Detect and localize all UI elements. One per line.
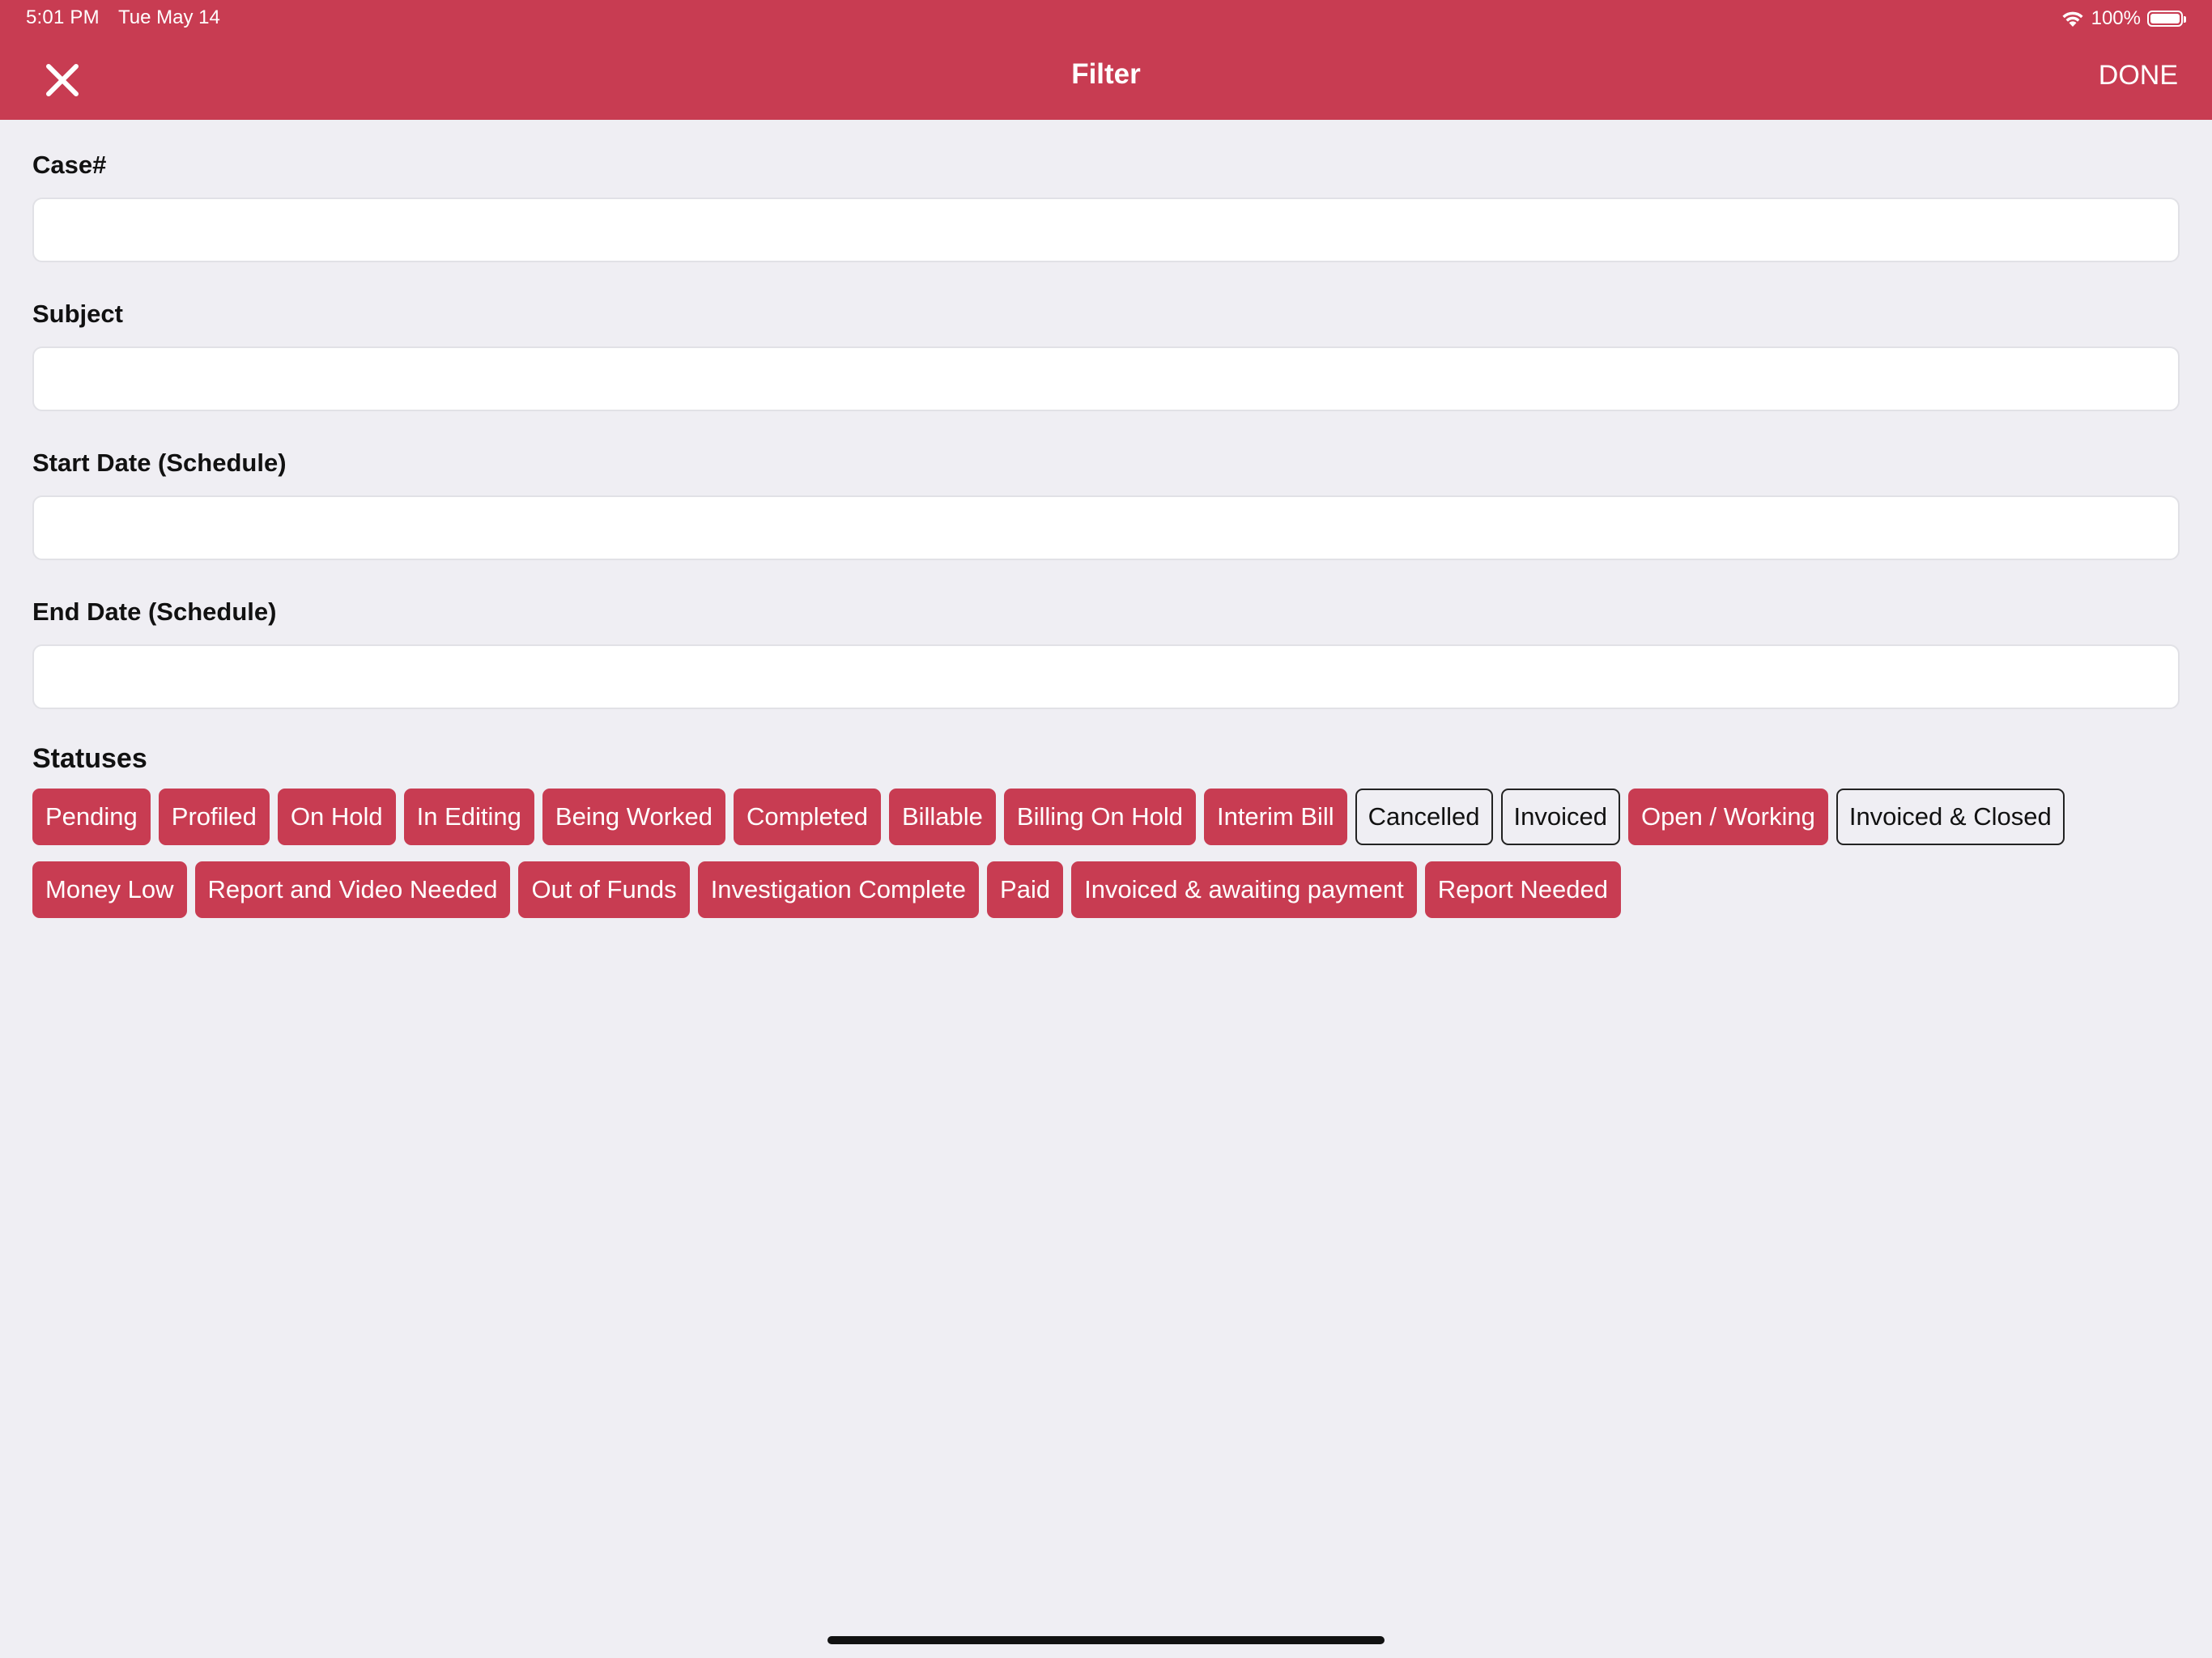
status-chip-invoiced-awaiting-payment[interactable]: Invoiced & awaiting payment [1071, 861, 1417, 918]
status-chip-row-1: Pending Profiled On Hold In Editing Bein… [32, 789, 2065, 845]
status-chip-invoiced[interactable]: Invoiced [1500, 789, 1621, 845]
status-chip-on-hold[interactable]: On Hold [277, 789, 396, 845]
start-date-label: Start Date (Schedule) [32, 449, 287, 477]
status-time: 5:01 PM [26, 6, 100, 28]
home-indicator [827, 1636, 1385, 1644]
status-chip-billing-on-hold[interactable]: Billing On Hold [1003, 789, 1196, 845]
status-chip-report-and-video-needed[interactable]: Report and Video Needed [194, 861, 511, 918]
subject-label: Subject [32, 300, 123, 328]
status-chip-completed[interactable]: Completed [734, 789, 881, 845]
status-chip-money-low[interactable]: Money Low [32, 861, 187, 918]
status-chip-profiled[interactable]: Profiled [158, 789, 270, 845]
case-number-label: Case# [32, 151, 107, 179]
status-chip-interim-bill[interactable]: Interim Bill [1203, 789, 1347, 845]
status-chip-pending[interactable]: Pending [32, 789, 151, 845]
status-chip-in-editing[interactable]: In Editing [403, 789, 534, 845]
statuses-label: Statuses [32, 743, 147, 774]
battery-icon [2147, 11, 2186, 27]
status-chip-investigation-complete[interactable]: Investigation Complete [697, 861, 980, 918]
case-number-input[interactable] [32, 198, 2180, 262]
start-date-input[interactable] [32, 495, 2180, 560]
wifi-icon [2061, 10, 2085, 28]
navigation-bar: 5:01 PM Tue May 14 100% Filter DONE [0, 0, 2212, 120]
done-button[interactable]: DONE [2099, 60, 2178, 91]
page-title: Filter [1071, 58, 1141, 90]
battery-percent: 100% [2091, 7, 2141, 29]
status-indicators: 100% [2061, 5, 2186, 32]
status-chip-cancelled[interactable]: Cancelled [1355, 789, 1493, 845]
subject-input[interactable] [32, 346, 2180, 411]
status-chip-billable[interactable]: Billable [888, 789, 996, 845]
end-date-label: End Date (Schedule) [32, 597, 277, 626]
status-chip-invoiced-closed[interactable]: Invoiced & Closed [1836, 789, 2065, 845]
status-date: Tue May 14 [118, 6, 220, 28]
end-date-input[interactable] [32, 644, 2180, 709]
status-chip-paid[interactable]: Paid [987, 861, 1064, 918]
status-chip-row-2: Money Low Report and Video Needed Out of… [32, 861, 1621, 918]
status-chip-out-of-funds[interactable]: Out of Funds [518, 861, 690, 918]
status-chip-report-needed[interactable]: Report Needed [1424, 861, 1621, 918]
status-chip-being-worked[interactable]: Being Worked [542, 789, 726, 845]
status-chip-open-working[interactable]: Open / Working [1628, 789, 1828, 845]
